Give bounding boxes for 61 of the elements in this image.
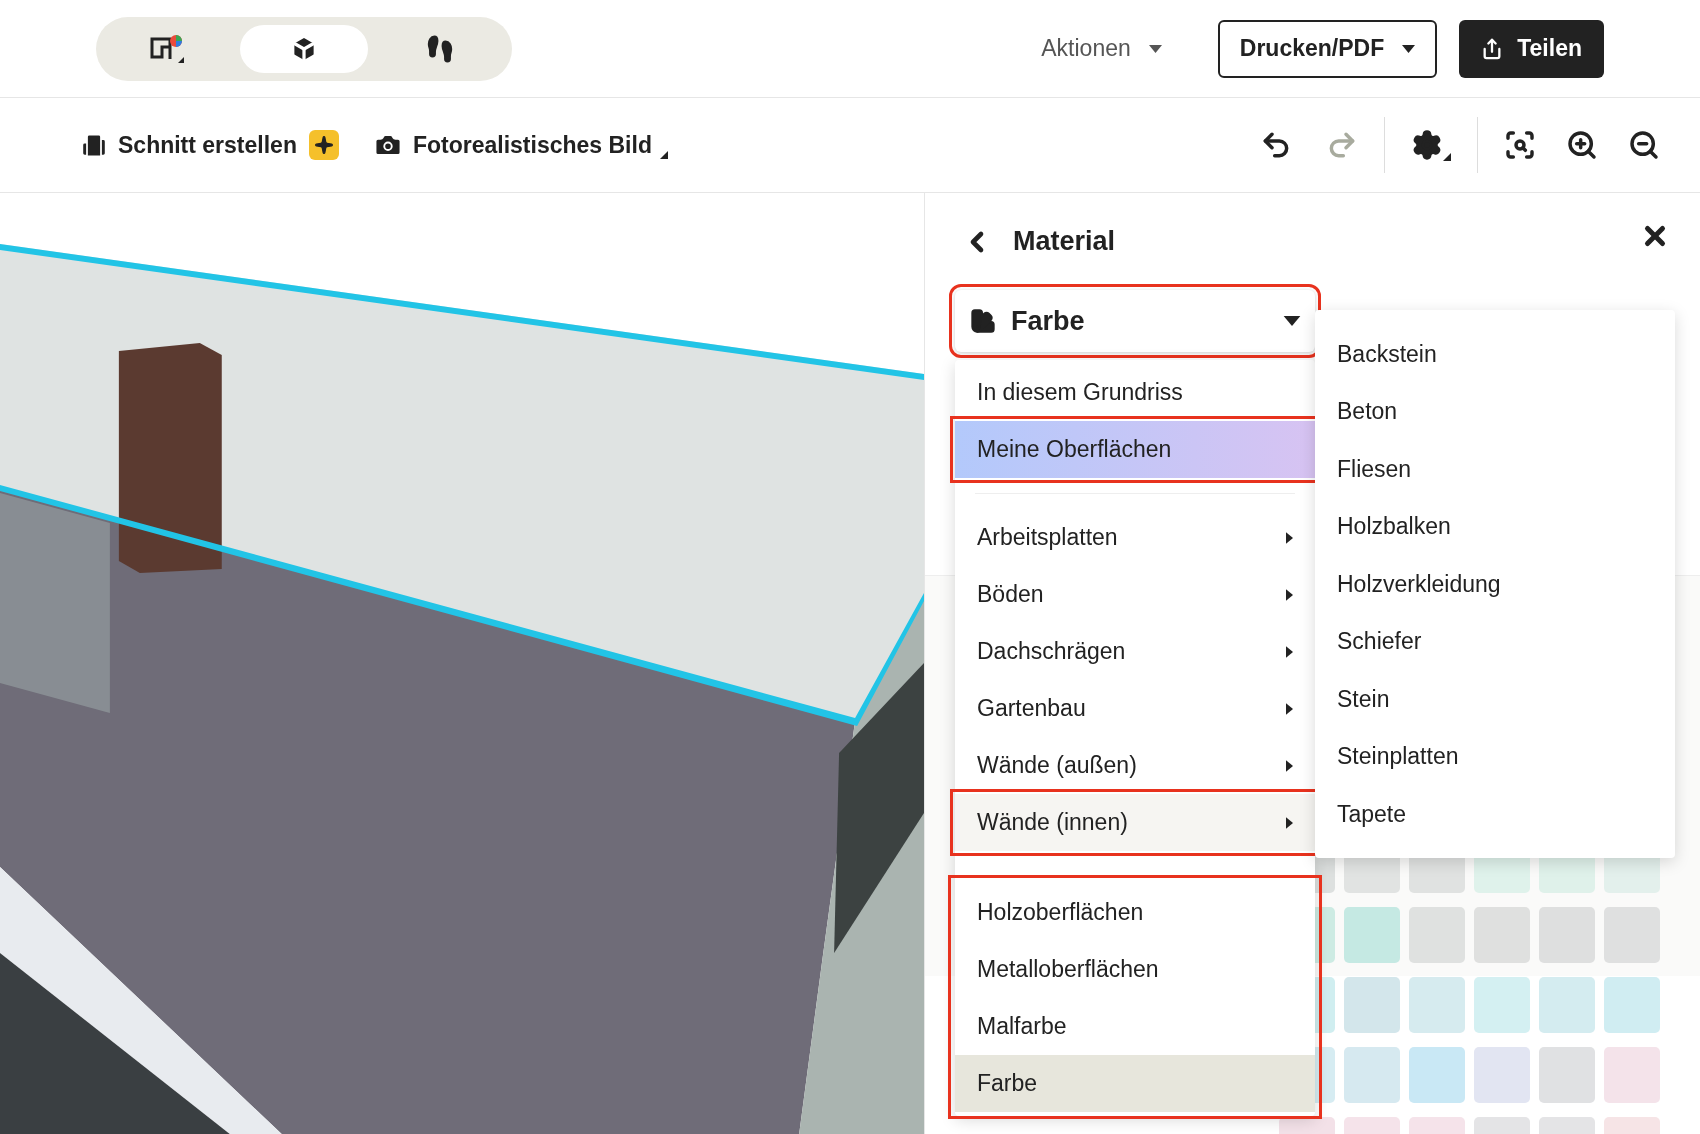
menu-item[interactable]: Malfarbe — [955, 998, 1315, 1055]
section-button[interactable]: Schnitt erstellen — [80, 127, 297, 163]
color-swatch[interactable] — [1604, 907, 1660, 963]
menu-item[interactable]: Farbe — [955, 1055, 1315, 1112]
view-mode-tab[interactable] — [240, 24, 368, 73]
menu-item[interactable]: Holzoberflächen — [955, 884, 1315, 941]
color-swatch[interactable] — [1539, 1047, 1595, 1103]
color-swatch[interactable] — [1604, 977, 1660, 1033]
submenu-arrow-icon — [1286, 645, 1293, 658]
footprints-icon — [425, 33, 455, 64]
submenu-item[interactable]: Schiefer — [1315, 612, 1675, 670]
zoom-to-fit-button[interactable] — [1504, 129, 1536, 161]
submenu-arrow-icon — [1286, 531, 1293, 544]
color-swatch[interactable] — [1344, 1047, 1400, 1103]
zoom-in-icon — [1566, 129, 1598, 161]
menu-item[interactable]: Wände (außen) — [955, 737, 1315, 794]
color-swatch[interactable] — [1539, 907, 1595, 963]
zoom-fit-icon — [1504, 129, 1536, 161]
color-swatch[interactable] — [1344, 907, 1400, 963]
submenu-item[interactable]: Steinplatten — [1315, 727, 1675, 785]
menu-item[interactable]: Dachschrägen — [955, 623, 1315, 680]
actions-menu[interactable]: Aktionen — [1041, 31, 1162, 66]
submenu-item[interactable]: Holzbalken — [1315, 497, 1675, 555]
color-swatch[interactable] — [1474, 907, 1530, 963]
color-swatch[interactable] — [1344, 977, 1400, 1033]
submenu-item[interactable]: Tapete — [1315, 785, 1675, 843]
submenu-item[interactable]: Fliesen — [1315, 440, 1675, 498]
caret-icon — [1402, 44, 1416, 53]
color-swatch[interactable] — [1474, 1047, 1530, 1103]
settings-icon — [1411, 129, 1443, 161]
menu-item[interactable]: In diesem Grundriss — [955, 364, 1315, 421]
color-swatch[interactable] — [1539, 977, 1595, 1033]
submenu-arrow-icon — [1286, 816, 1293, 829]
menu-item[interactable]: Böden — [955, 566, 1315, 623]
zoom-in-button[interactable] — [1566, 129, 1598, 161]
menu-item[interactable]: Gartenbau — [955, 680, 1315, 737]
color-swatch[interactable] — [1409, 1047, 1465, 1103]
submenu-item[interactable]: Holzverkleidung — [1315, 555, 1675, 613]
submenu-item[interactable]: Stein — [1315, 670, 1675, 728]
zoom-out-button[interactable] — [1628, 129, 1660, 161]
panel-title: Material — [1013, 225, 1116, 259]
corner-caret-icon — [659, 151, 668, 159]
color-swatch[interactable] — [1604, 1047, 1660, 1103]
caret-icon — [1283, 316, 1301, 326]
print-button[interactable]: Drucken/PDF — [1217, 19, 1438, 78]
menu-item[interactable]: Metalloberflächen — [955, 941, 1315, 998]
submenu-arrow-icon — [1286, 588, 1293, 601]
corner-caret-icon — [1443, 153, 1451, 161]
submenu-arrow-icon — [1286, 702, 1293, 715]
menu-item[interactable]: Arbeitsplatten — [955, 509, 1315, 566]
photo-render-button[interactable]: Fotorealistisches Bild — [372, 127, 652, 163]
color-swatch[interactable] — [1474, 977, 1530, 1033]
settings-button[interactable] — [1411, 129, 1451, 161]
caret-icon — [1148, 44, 1162, 53]
color-swatch[interactable] — [1409, 977, 1465, 1033]
color-swatch[interactable] — [1409, 907, 1465, 963]
submenu-item[interactable]: Backstein — [1315, 325, 1675, 383]
zoom-out-icon — [1628, 129, 1660, 161]
submenu-item[interactable]: Beton — [1315, 382, 1675, 440]
share-button[interactable]: Teilen — [1459, 19, 1604, 78]
submenu-arrow-icon — [1286, 759, 1293, 772]
